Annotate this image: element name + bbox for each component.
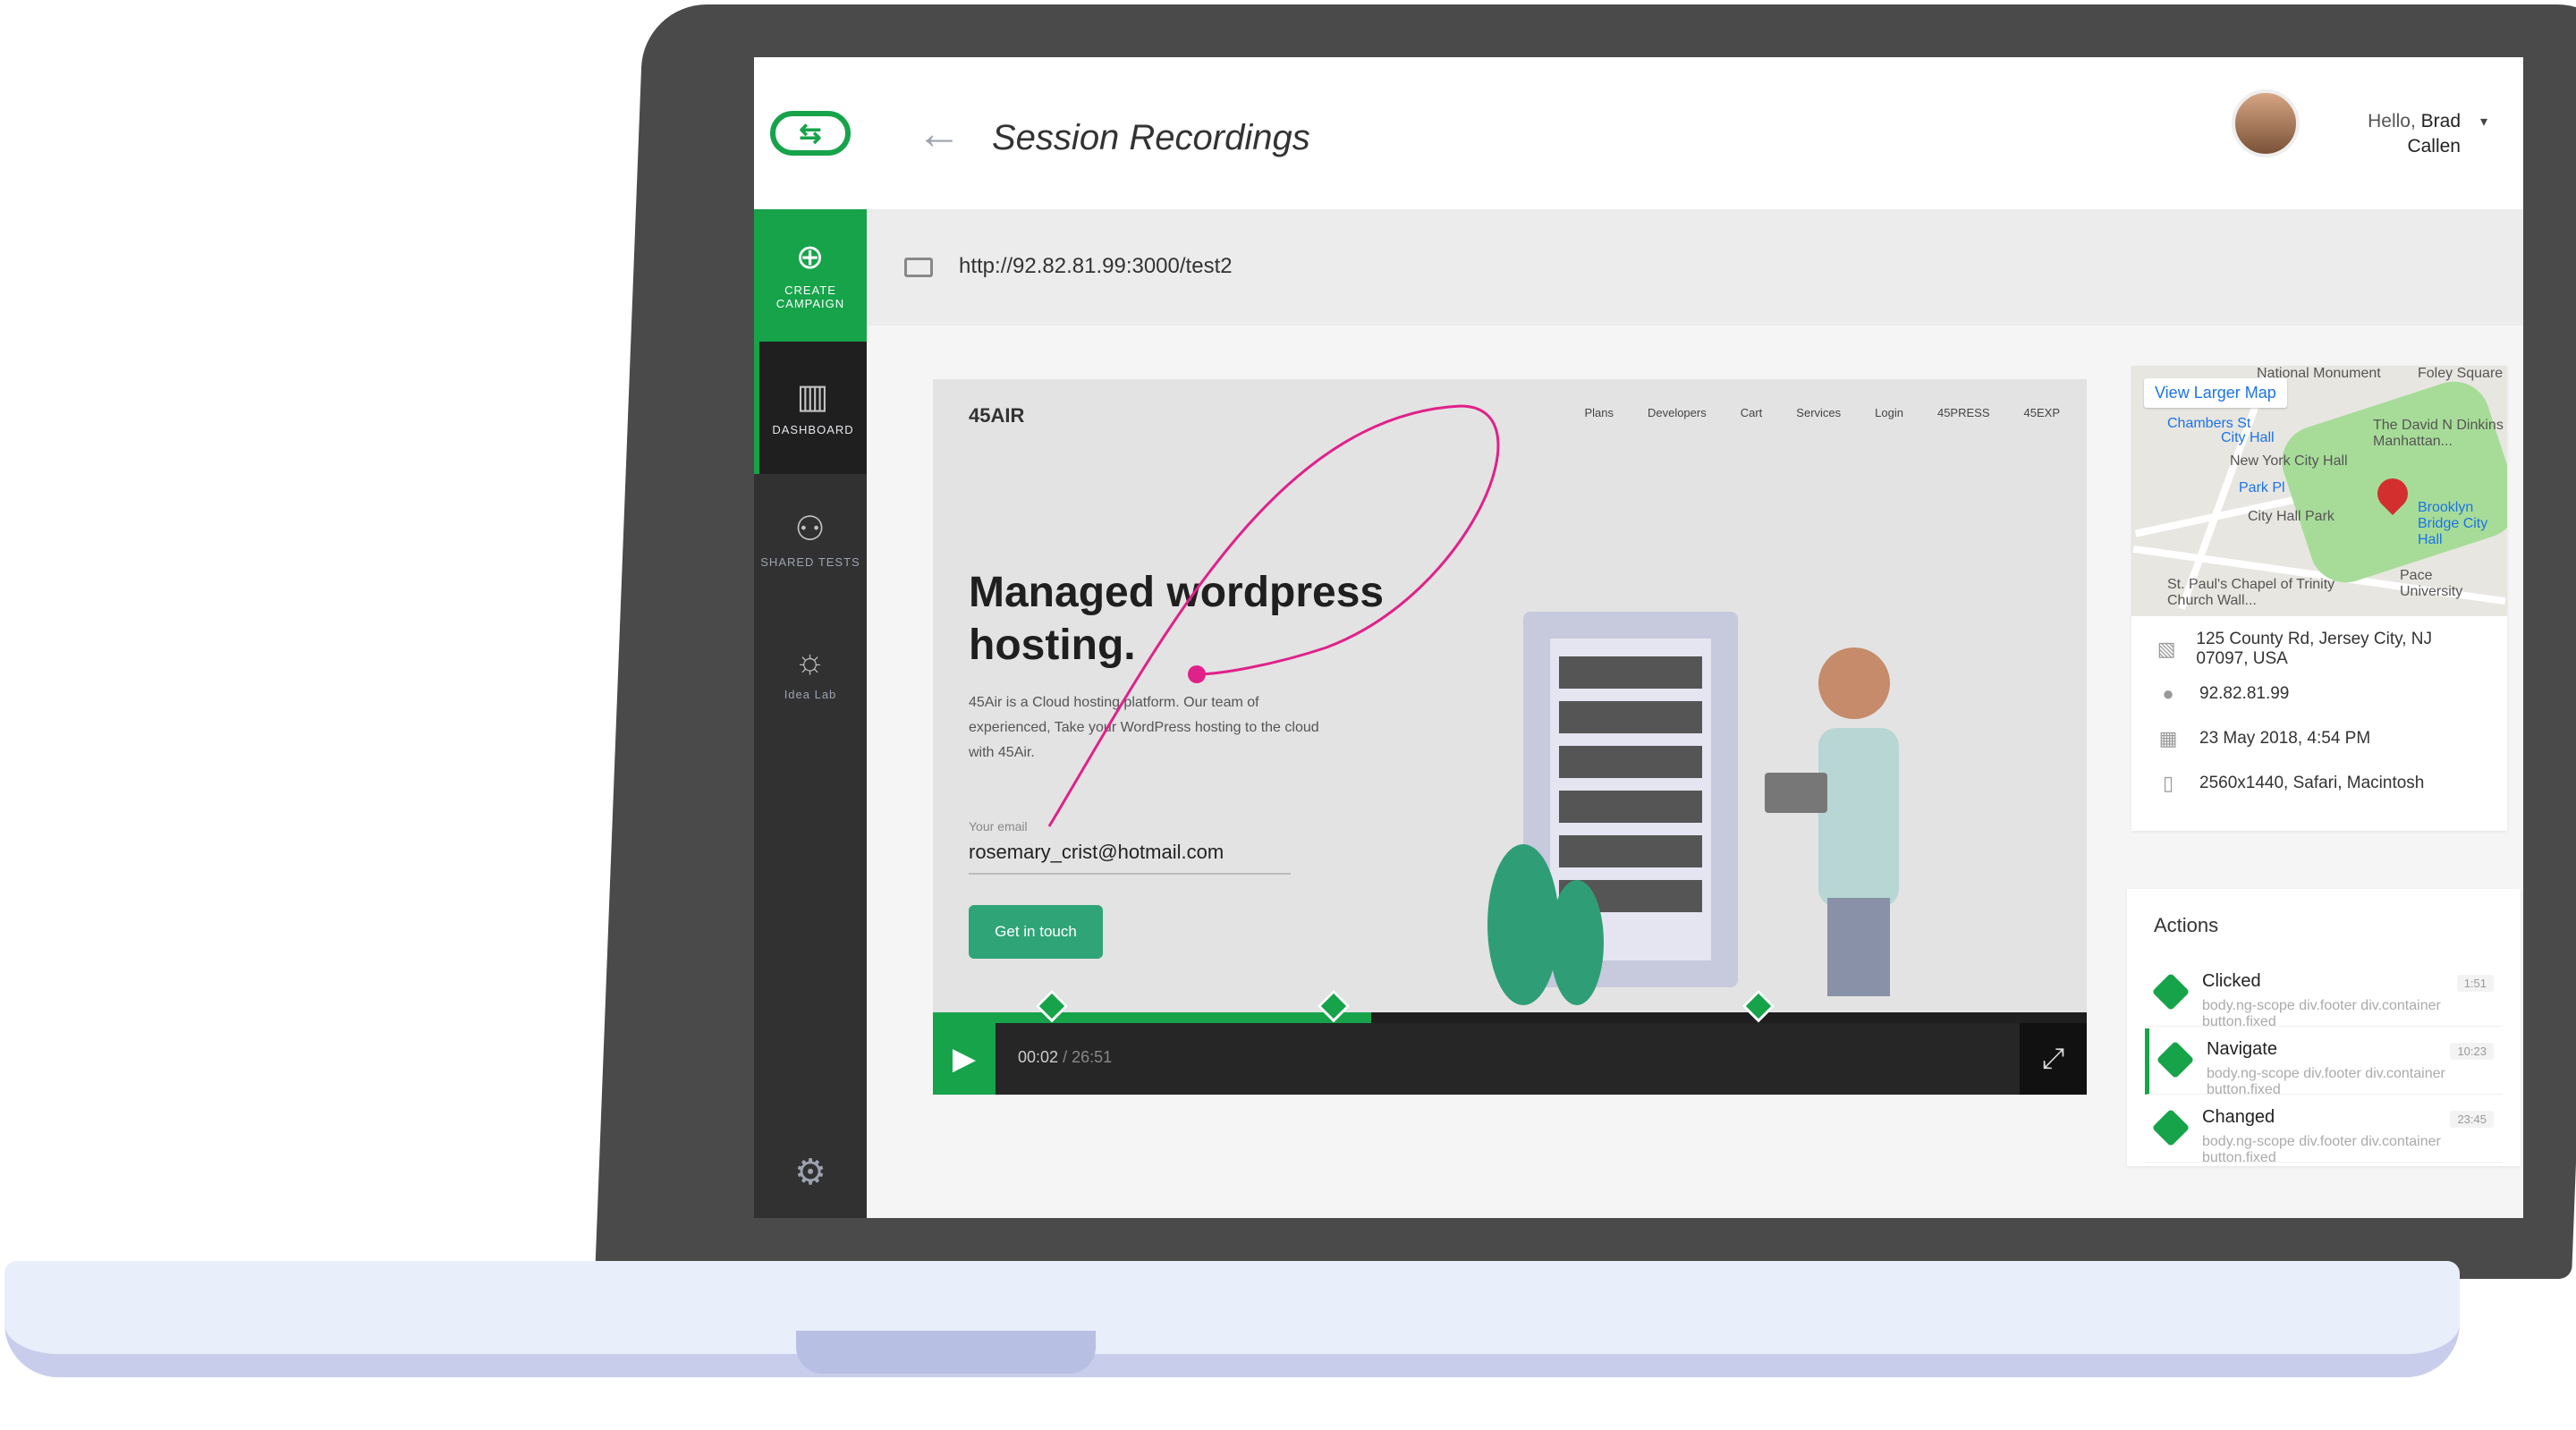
actions-title: Actions (2154, 914, 2219, 936)
app-logo-icon: ⇆ (770, 111, 851, 156)
info-device: ▯ 2560x1440, Safari, Macintosh (2157, 761, 2482, 806)
sidebar-item-create-campaign[interactable]: ⊕ CREATE CAMPAIGN (754, 209, 867, 342)
sidebar-item-label: SHARED TESTS (760, 554, 860, 569)
session-info-card: View Larger Map New York City Hall City … (2131, 366, 2507, 831)
plus-circle-icon: ⊕ (795, 239, 826, 276)
address-value: 125 County Rd, Jersey City, NJ 07097, US… (2196, 630, 2433, 668)
top-header: ← Session Recordings Hello, Brad Callen … (867, 57, 2523, 209)
laptop-notch (796, 1331, 1096, 1374)
player-controls: ▶ 00:02 / 26:51 ⤢ (933, 1023, 2087, 1095)
monitor-icon (904, 258, 933, 277)
view-larger-map-link[interactable]: View Larger Map (2144, 378, 2287, 408)
device-icon: ▯ (2162, 772, 2174, 794)
current-time: 00:02 (1018, 1048, 1059, 1066)
info-date: ▦ 23 May 2018, 4:54 PM (2157, 716, 2482, 761)
url-bar: http://92.82.81.99:3000/test2 (867, 209, 2523, 326)
total-time: 26:51 (1072, 1048, 1113, 1066)
change-action-icon (2151, 1108, 2190, 1147)
sidebar-item-label: Idea Lab (784, 687, 837, 701)
sidebar-item-shared-tests[interactable]: ⚇ SHARED TESTS (754, 474, 867, 606)
actions-panel: Actions Clicked body.ng-scope div.footer… (2127, 889, 2521, 1166)
map-label: Foley Square (2418, 366, 2504, 381)
info-ip: ● 92.82.81.99 (2157, 672, 2482, 716)
dashboard-icon: ▥ (796, 377, 830, 416)
users-icon: ⚇ (794, 510, 826, 548)
playback-time: 00:02 / 26:51 (1018, 1048, 1113, 1066)
location-pin-icon: ● (2162, 682, 2174, 705)
sidebar-item-idea-lab[interactable]: ☼ Idea Lab (754, 606, 867, 739)
play-icon: ▶ (952, 1042, 977, 1076)
action-time: 10:23 (2450, 1043, 2494, 1060)
lightbulb-icon: ☼ (794, 642, 826, 681)
map-label: Pace University (2400, 568, 2463, 599)
fullscreen-button[interactable]: ⤢ (2020, 1023, 2087, 1095)
play-button[interactable]: ▶ (933, 1023, 996, 1095)
map-label: New York City Hall (2230, 453, 2348, 469)
sidebar-item-label: DASHBOARD (772, 422, 854, 436)
info-address: ▧ 125 County Rd, Jersey City, NJ 07097, … (2157, 627, 2482, 672)
greeting-text: Hello, (2368, 111, 2416, 131)
action-item-changed[interactable]: Changed body.ng-scope div.footer div.con… (2145, 1096, 2503, 1165)
session-details: ▧ 125 County Rd, Jersey City, NJ 07097, … (2131, 616, 2507, 817)
action-name: Changed (2202, 1107, 2275, 1127)
sidebar-item-dashboard[interactable]: ▥ DASHBOARD (754, 342, 867, 474)
chevron-down-icon[interactable]: ▾ (2480, 113, 2487, 131)
action-name: Clicked (2202, 971, 2261, 991)
user-greeting[interactable]: Hello, Brad Callen (2368, 109, 2461, 160)
expand-icon: ⤢ (2041, 1042, 2065, 1074)
sidebar: ⇆ ⊕ CREATE CAMPAIGN ▥ DASHBOARD ⚇ SHARED… (754, 57, 867, 1218)
session-player[interactable]: 45AIR Plans Developers Cart Services Log… (933, 379, 2087, 1095)
map-label: The David N Dinkins Manhattan... (2373, 418, 2504, 449)
map-label: St. Paul's Chapel of Trinity Church Wall… (2167, 577, 2335, 608)
navigate-action-icon (2156, 1040, 2195, 1079)
map-icon: ▧ (2157, 638, 2176, 660)
app-screen: ⇆ ⊕ CREATE CAMPAIGN ▥ DASHBOARD ⚇ SHARED… (754, 57, 2523, 1218)
map-label: National Monument (2257, 366, 2381, 381)
action-selector: body.ng-scope div.footer div.container b… (2202, 1134, 2441, 1165)
action-item-clicked[interactable]: Clicked body.ng-scope div.footer div.con… (2145, 960, 2503, 1029)
avatar[interactable] (2232, 89, 2300, 157)
playback-timeline[interactable] (933, 989, 2087, 1023)
timeline-progress (933, 1012, 1372, 1023)
session-url: http://92.82.81.99:3000/test2 (959, 254, 1233, 278)
map-label: Park Pl (2239, 480, 2285, 495)
cursor-path (1047, 404, 1500, 827)
action-time: 1:51 (2456, 975, 2494, 992)
ip-value: 92.82.81.99 (2199, 684, 2290, 703)
date-value: 23 May 2018, 4:54 PM (2199, 729, 2371, 748)
map-label: Brooklyn Bridge City Hall (2418, 500, 2488, 547)
user-first-name: Brad (2420, 111, 2461, 131)
back-arrow-icon[interactable]: ← (917, 107, 962, 159)
map-label: City Hall (2221, 430, 2275, 445)
action-item-navigate[interactable]: Navigate body.ng-scope div.footer div.co… (2145, 1028, 2503, 1097)
sidebar-item-label: CREATE CAMPAIGN (775, 283, 845, 310)
laptop-base (4, 1261, 2460, 1377)
user-last-name: Callen (2407, 136, 2461, 157)
page-title: Session Recordings (992, 118, 1310, 157)
click-action-icon (2151, 972, 2190, 1011)
action-name: Navigate (2207, 1039, 2277, 1059)
logo-area[interactable]: ⇆ (754, 57, 867, 209)
gear-icon[interactable]: ⚙ (754, 1152, 867, 1193)
location-map[interactable]: View Larger Map New York City Hall City … (2131, 366, 2507, 616)
action-time: 23:45 (2450, 1111, 2494, 1128)
map-label: City Hall Park (2248, 509, 2334, 524)
device-value: 2560x1440, Safari, Macintosh (2199, 774, 2425, 792)
calendar-icon: ▦ (2158, 727, 2178, 749)
action-selector: body.ng-scope div.footer div.container b… (2207, 1066, 2445, 1097)
action-selector: body.ng-scope div.footer div.container b… (2202, 998, 2441, 1029)
